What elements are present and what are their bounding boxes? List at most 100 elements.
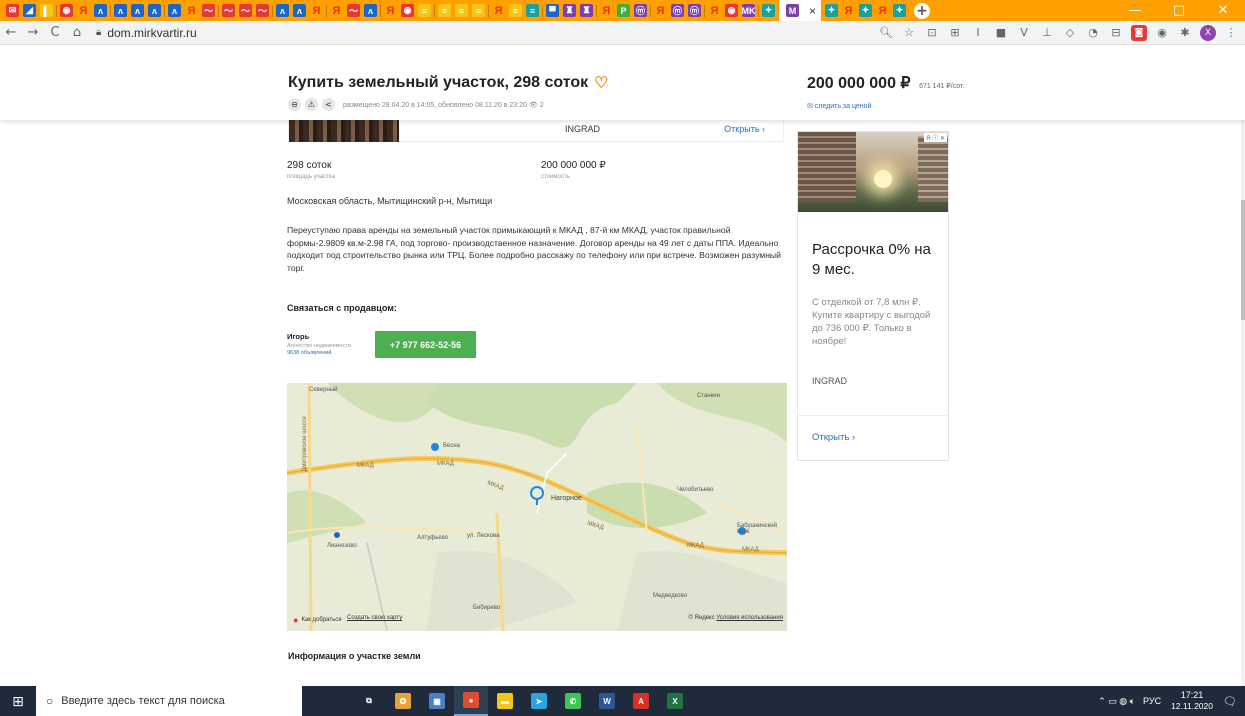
- tab-favicon-icon[interactable]: ʌ: [94, 4, 107, 17]
- url-text[interactable]: dom.mirkvartir.ru: [107, 26, 196, 40]
- back-button[interactable]: ←: [0, 25, 22, 40]
- taskbar-app-task-view[interactable]: ⧉: [352, 686, 386, 716]
- taskbar-search[interactable]: ○ Введите здесь текст для поиска: [36, 686, 302, 716]
- taskbar-app-word[interactable]: W: [590, 686, 624, 716]
- tab-favicon-icon[interactable]: ⓜ: [671, 4, 684, 17]
- extension-icon[interactable]: ■: [993, 25, 1009, 41]
- tab-favicon-icon[interactable]: ～: [239, 4, 252, 17]
- taskbar-app-telegram[interactable]: ➤: [522, 686, 556, 716]
- new-tab-button[interactable]: +: [914, 2, 930, 19]
- agency-open-link[interactable]: Открыть ›: [724, 124, 765, 134]
- share-icon[interactable]: <: [322, 98, 335, 111]
- extension-icon[interactable]: ☆: [901, 25, 917, 41]
- tab-favicon-icon[interactable]: ≡: [418, 4, 431, 17]
- tab-favicon-icon[interactable]: ✉: [6, 4, 19, 17]
- show-phone-button[interactable]: +7 977 662-52-56: [375, 331, 476, 358]
- yandex-map[interactable]: Северный Дмитровское шоссе Весна МКАД МК…: [287, 383, 787, 631]
- tab-favicon-icon[interactable]: ♜: [580, 4, 593, 17]
- tab-favicon-icon[interactable]: ▀: [546, 4, 559, 17]
- tab-favicon-icon[interactable]: ✦: [825, 4, 838, 17]
- taskbar-app-whatsapp[interactable]: ✆: [556, 686, 590, 716]
- tab-favicon-icon[interactable]: ʌ: [276, 4, 289, 17]
- tab-favicon-icon[interactable]: Я: [330, 4, 343, 17]
- extension-icon[interactable]: ◔: [1085, 25, 1101, 41]
- minimize-button[interactable]: —: [1113, 0, 1157, 21]
- taskbar-app-acrobat[interactable]: A: [624, 686, 658, 716]
- scrollbar[interactable]: [1241, 45, 1245, 686]
- tab-favicon-icon[interactable]: Я: [654, 4, 667, 17]
- start-button[interactable]: ⊞: [0, 686, 36, 716]
- tab-favicon-icon[interactable]: ◢: [23, 4, 36, 17]
- notifications-icon[interactable]: 🗨︎: [1223, 695, 1245, 708]
- tray-icons[interactable]: ⌃ ▭ ◍ 🔈︎: [1098, 696, 1135, 707]
- extension-icon[interactable]: ⊡: [924, 25, 940, 41]
- tab-favicon-icon[interactable]: Я: [708, 4, 721, 17]
- map-create-link[interactable]: Создать свою карту: [347, 615, 402, 621]
- extension-icon[interactable]: ⊥: [1039, 25, 1055, 41]
- tab-favicon-icon[interactable]: Я: [310, 4, 323, 17]
- extension-icon[interactable]: ⊟: [1108, 25, 1124, 41]
- watch-price-link[interactable]: ✉ следить за ценой: [807, 102, 871, 110]
- tab-favicon-icon[interactable]: ≡: [509, 4, 522, 17]
- tab-favicon-icon[interactable]: Я: [492, 4, 505, 17]
- taskbar-app-calculator[interactable]: ▦: [420, 686, 454, 716]
- extension-icon[interactable]: ⊞: [947, 25, 963, 41]
- tab-favicon-icon[interactable]: ≡: [455, 4, 468, 17]
- warning-icon[interactable]: ⚠: [305, 98, 318, 111]
- forward-button[interactable]: →: [22, 25, 44, 40]
- tab-favicon-icon[interactable]: ʌ: [131, 4, 144, 17]
- extension-icon[interactable]: I: [970, 25, 986, 41]
- tab-favicon-icon[interactable]: Я: [876, 4, 889, 17]
- tab-favicon-icon[interactable]: ≡: [472, 4, 485, 17]
- tab-favicon-icon[interactable]: Я: [384, 4, 397, 17]
- tab-favicon-icon[interactable]: ～: [202, 4, 215, 17]
- taskbar-app-excel[interactable]: X: [658, 686, 692, 716]
- clock[interactable]: 17:21 12.11.2020: [1171, 690, 1213, 712]
- tab-favicon-icon[interactable]: ≡: [438, 4, 451, 17]
- close-window-button[interactable]: ✕: [1201, 0, 1245, 21]
- tab-favicon-icon[interactable]: P: [617, 4, 630, 17]
- map-route-button[interactable]: ● Как добраться: [293, 615, 342, 625]
- tab-favicon-icon[interactable]: ◉: [401, 4, 414, 17]
- ad-badge[interactable]: Я ⓘ ✕: [924, 133, 947, 142]
- extension-icon[interactable]: ◇: [1062, 25, 1078, 41]
- tab-favicon-icon[interactable]: ʌ: [293, 4, 306, 17]
- print-icon[interactable]: ⊖: [288, 98, 301, 111]
- taskbar-app-explorer[interactable]: ▬: [488, 686, 522, 716]
- tab-favicon-icon[interactable]: ≡: [526, 4, 539, 17]
- scroll-thumb[interactable]: [1241, 200, 1245, 320]
- close-tab-icon[interactable]: ×: [809, 4, 816, 18]
- tab-favicon-icon[interactable]: ♜: [563, 4, 576, 17]
- extension-icon[interactable]: ✱: [1177, 25, 1193, 41]
- extension-icon[interactable]: 🔍︎: [878, 25, 894, 41]
- tab-favicon-icon[interactable]: ✦: [859, 4, 872, 17]
- extension-icon[interactable]: ◉: [1154, 25, 1170, 41]
- tab-favicon-icon[interactable]: ✦: [762, 4, 775, 17]
- tab-favicon-icon[interactable]: ʌ: [114, 4, 127, 17]
- seller-ads-link[interactable]: 9638 объявлений: [287, 350, 351, 356]
- tab-favicon-icon[interactable]: ～: [256, 4, 269, 17]
- tab-favicon-icon[interactable]: Я: [842, 4, 855, 17]
- tab-favicon-icon[interactable]: ʌ: [364, 4, 377, 17]
- maximize-button[interactable]: □: [1157, 0, 1201, 21]
- tab-favicon-icon[interactable]: ⓜ: [688, 4, 701, 17]
- tab-favicon-icon[interactable]: ～: [222, 4, 235, 17]
- tab-favicon-icon[interactable]: ⓜ: [634, 4, 647, 17]
- tab-favicon-icon[interactable]: ～: [347, 4, 360, 17]
- tab-favicon-icon[interactable]: ✦: [893, 4, 906, 17]
- reload-button[interactable]: C: [44, 25, 66, 40]
- tab-favicon-icon[interactable]: Я: [600, 4, 613, 17]
- tab-favicon-icon[interactable]: ʌ: [168, 4, 181, 17]
- extension-icon[interactable]: V: [1016, 25, 1032, 41]
- taskbar-app-chrome[interactable]: ●: [454, 686, 488, 716]
- extension-icon[interactable]: ◙: [1131, 25, 1147, 41]
- ad-open-link[interactable]: Открыть ›: [812, 432, 855, 443]
- map-terms-link[interactable]: Условия использования: [716, 615, 783, 621]
- tab-favicon-icon[interactable]: Я: [77, 4, 90, 17]
- active-tab[interactable]: M ×: [779, 0, 821, 21]
- favorite-heart-icon[interactable]: ♡: [594, 73, 608, 93]
- extension-icon[interactable]: ⋮: [1223, 25, 1239, 41]
- tab-favicon-icon[interactable]: MK: [742, 4, 756, 17]
- tab-favicon-icon[interactable]: ʌ: [148, 4, 161, 17]
- home-button[interactable]: ⌂: [66, 25, 88, 40]
